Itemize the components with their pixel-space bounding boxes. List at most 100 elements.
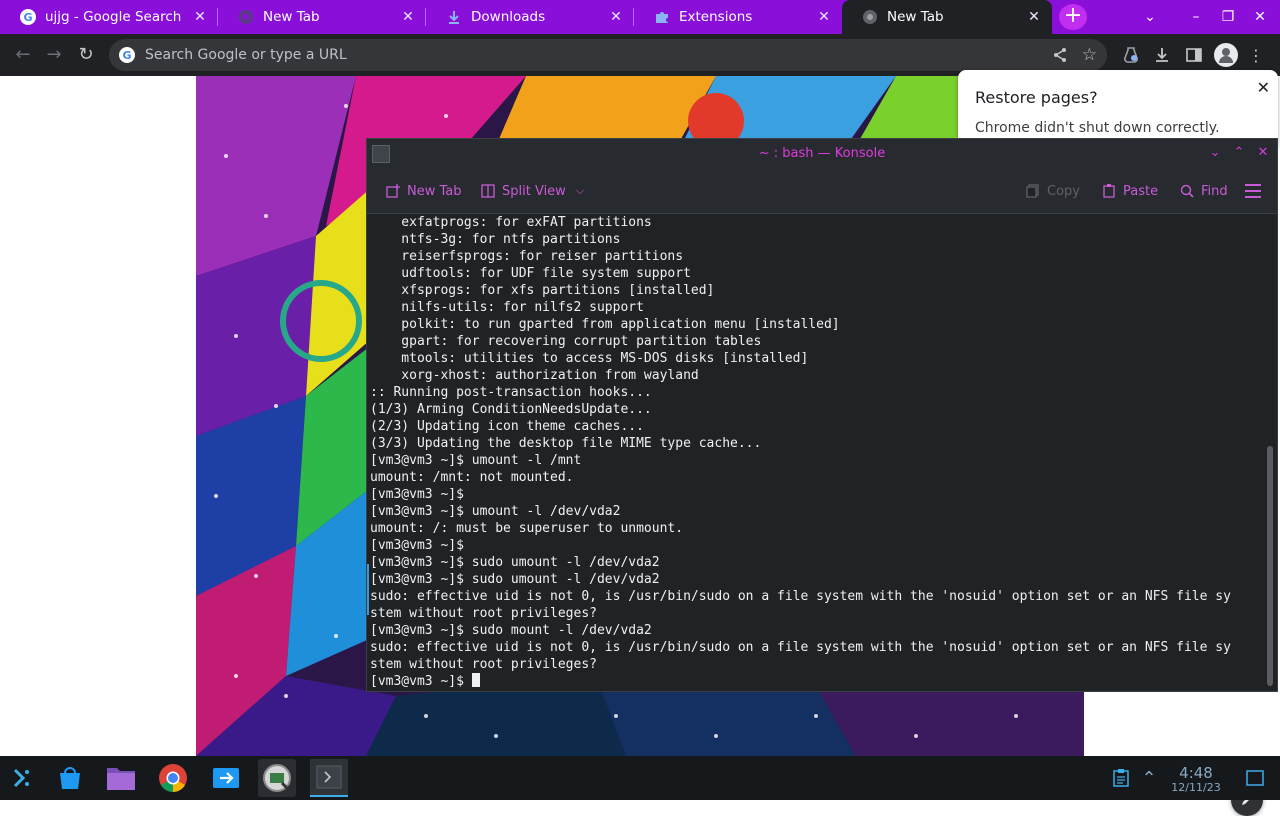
terminal-prompt: [vm3@vm3 ~]$ bbox=[370, 674, 472, 689]
terminal-line: gpart: for recovering corrupt partition … bbox=[370, 334, 762, 349]
tab-downloads[interactable]: Downloads ✕ bbox=[426, 0, 634, 34]
split-view-icon bbox=[480, 183, 496, 199]
puzzle-icon bbox=[654, 9, 670, 25]
new-tab-button[interactable]: + bbox=[1059, 4, 1087, 30]
terminal-line: ntfs-3g: for ntfs partitions bbox=[370, 232, 621, 247]
chevron-down-icon: ⌵ bbox=[575, 184, 585, 197]
scrollbar-thumb[interactable] bbox=[1267, 446, 1273, 686]
split-view-button[interactable]: Split View ⌵ bbox=[480, 182, 584, 200]
chrome-menu-icon[interactable]: ⋮ bbox=[1246, 45, 1266, 65]
maximize-icon[interactable]: ⌃ bbox=[1231, 145, 1247, 161]
new-tab-label: New Tab bbox=[407, 183, 462, 199]
copy-label: Copy bbox=[1047, 183, 1080, 199]
share-icon[interactable] bbox=[1052, 47, 1068, 63]
terminal-line: stem without root privileges? bbox=[370, 606, 597, 621]
paste-button[interactable]: Paste bbox=[1101, 182, 1158, 200]
tab-title: New Tab bbox=[887, 9, 944, 25]
terminal-line: :: Running post-transaction hooks... bbox=[370, 385, 652, 400]
tab-new-tab[interactable]: New Tab ✕ bbox=[218, 0, 426, 34]
show-hidden-icons-chevron-icon[interactable]: ⌃ bbox=[1130, 759, 1168, 797]
terminal-line: exfatprogs: for exFAT partitions bbox=[370, 215, 652, 230]
forward-arrow-icon[interactable]: → bbox=[43, 44, 65, 66]
tab-extensions[interactable]: Extensions ✕ bbox=[634, 0, 842, 34]
paste-icon bbox=[1101, 183, 1117, 199]
google-icon: G bbox=[20, 9, 36, 25]
terminal-line: reiserfsprogs: for reiser partitions bbox=[370, 249, 684, 264]
clock-date[interactable]: 12/11/23 bbox=[1164, 781, 1228, 794]
bookmark-star-icon[interactable]: ☆ bbox=[1082, 45, 1097, 65]
tab-search-chevron-icon[interactable]: ⌄ bbox=[1140, 6, 1160, 28]
show-desktop-icon[interactable] bbox=[1236, 759, 1274, 797]
application-launcher-icon[interactable] bbox=[2, 759, 40, 797]
minimize-icon[interactable]: ⌄ bbox=[1207, 145, 1223, 161]
tab-title: Downloads bbox=[471, 9, 546, 25]
terminal-line: xfsprogs: for xfs partitions [installed] bbox=[370, 283, 715, 298]
terminal-output[interactable]: exfatprogs: for exFAT partitions ntfs-3g… bbox=[367, 214, 1263, 691]
terminal-line: umount: /: must be superuser to unmount. bbox=[370, 521, 684, 536]
terminal-line: nilfs-utils: for nilfs2 support bbox=[370, 300, 644, 315]
profile-avatar-icon[interactable] bbox=[1214, 43, 1238, 67]
split-view-label: Split View bbox=[502, 183, 566, 199]
terminal-scrollbar[interactable] bbox=[1265, 214, 1277, 691]
tab-new-tab-active[interactable]: New Tab ✕ bbox=[842, 0, 1052, 34]
konsole-icon[interactable] bbox=[310, 759, 348, 797]
download-icon bbox=[446, 9, 462, 25]
copy-icon bbox=[1025, 183, 1041, 199]
system-monitor-icon[interactable] bbox=[258, 759, 296, 797]
reload-icon[interactable]: ↻ bbox=[75, 44, 97, 66]
konsole-titlebar[interactable]: ~ : bash — Konsole ⌄ ⌃ ✕ bbox=[367, 139, 1277, 169]
terminal-line: xorg-xhost: authorization from wayland bbox=[370, 368, 699, 383]
close-icon[interactable]: ✕ bbox=[192, 9, 208, 25]
restore-message: Chrome didn't shut down correctly. bbox=[975, 120, 1220, 136]
copy-button[interactable]: Copy bbox=[1025, 182, 1080, 200]
clock-time[interactable]: 4:48 bbox=[1164, 764, 1228, 782]
find-button[interactable]: Find bbox=[1179, 182, 1228, 200]
tab-google-search[interactable]: G ujjg - Google Search ✕ bbox=[0, 0, 218, 34]
minimize-icon[interactable]: – bbox=[1186, 6, 1206, 28]
terminal-line: udftools: for UDF file system support bbox=[370, 266, 691, 281]
restore-title: Restore pages? bbox=[975, 88, 1098, 107]
discover-store-icon[interactable] bbox=[51, 759, 89, 797]
file-manager-icon[interactable] bbox=[102, 759, 140, 797]
close-icon[interactable]: ✕ bbox=[400, 9, 416, 25]
paste-label: Paste bbox=[1123, 183, 1159, 199]
close-icon[interactable]: ✕ bbox=[1257, 78, 1270, 97]
terminal-line: (1/3) Arming ConditionNeedsUpdate... bbox=[370, 402, 652, 417]
tab-title: Extensions bbox=[679, 9, 753, 25]
window-title: ~ : bash — Konsole bbox=[758, 146, 886, 161]
terminal-line: (3/3) Updating the desktop file MIME typ… bbox=[370, 436, 762, 451]
browser-tab-strip: G ujjg - Google Search ✕ New Tab ✕ Downl… bbox=[0, 0, 1280, 34]
terminal-line: polkit: to run gparted from application … bbox=[370, 317, 840, 332]
back-arrow-icon[interactable]: ← bbox=[12, 44, 34, 66]
svg-text:G: G bbox=[122, 49, 131, 62]
close-window-icon[interactable]: ✕ bbox=[1255, 145, 1271, 161]
chrome-icon bbox=[862, 9, 878, 25]
terminal-line: [vm3@vm3 ~]$ bbox=[370, 538, 464, 553]
search-input[interactable] bbox=[143, 46, 1052, 64]
konsole-toolbar: New Tab Split View ⌵ Copy Paste Find bbox=[367, 169, 1277, 214]
close-window-icon[interactable]: ✕ bbox=[1250, 6, 1270, 28]
terminal-line: sudo: effective uid is not 0, is /usr/bi… bbox=[370, 589, 1231, 604]
terminal-line: [vm3@vm3 ~]$ bbox=[370, 487, 464, 502]
close-icon[interactable]: ✕ bbox=[1026, 9, 1042, 25]
close-icon[interactable]: ✕ bbox=[816, 9, 832, 25]
search-icon bbox=[1179, 183, 1195, 199]
extension-lab-icon[interactable] bbox=[1121, 45, 1141, 65]
find-label: Find bbox=[1201, 183, 1228, 199]
send-app-icon[interactable] bbox=[207, 759, 245, 797]
address-bar[interactable]: G ☆ bbox=[109, 39, 1107, 71]
chrome-icon[interactable] bbox=[154, 759, 192, 797]
terminal-line: stem without root privileges? bbox=[370, 657, 597, 672]
new-tab-button[interactable]: New Tab bbox=[385, 182, 462, 200]
terminal-line: (2/3) Updating icon theme caches... bbox=[370, 419, 644, 434]
side-panel-icon[interactable] bbox=[1184, 45, 1204, 65]
terminal-prompt-line[interactable]: [vm3@vm3 ~]$ bbox=[367, 673, 1263, 690]
downloads-icon[interactable] bbox=[1152, 45, 1172, 65]
close-icon[interactable]: ✕ bbox=[608, 9, 624, 25]
hamburger-menu-icon[interactable] bbox=[1245, 182, 1261, 200]
google-icon: G bbox=[119, 47, 135, 63]
restore-window-icon[interactable]: ❐ bbox=[1218, 6, 1238, 28]
terminal-line: umount: /mnt: not mounted. bbox=[370, 470, 574, 485]
command-marker bbox=[367, 564, 369, 615]
tab-title: ujjg - Google Search bbox=[45, 9, 182, 25]
